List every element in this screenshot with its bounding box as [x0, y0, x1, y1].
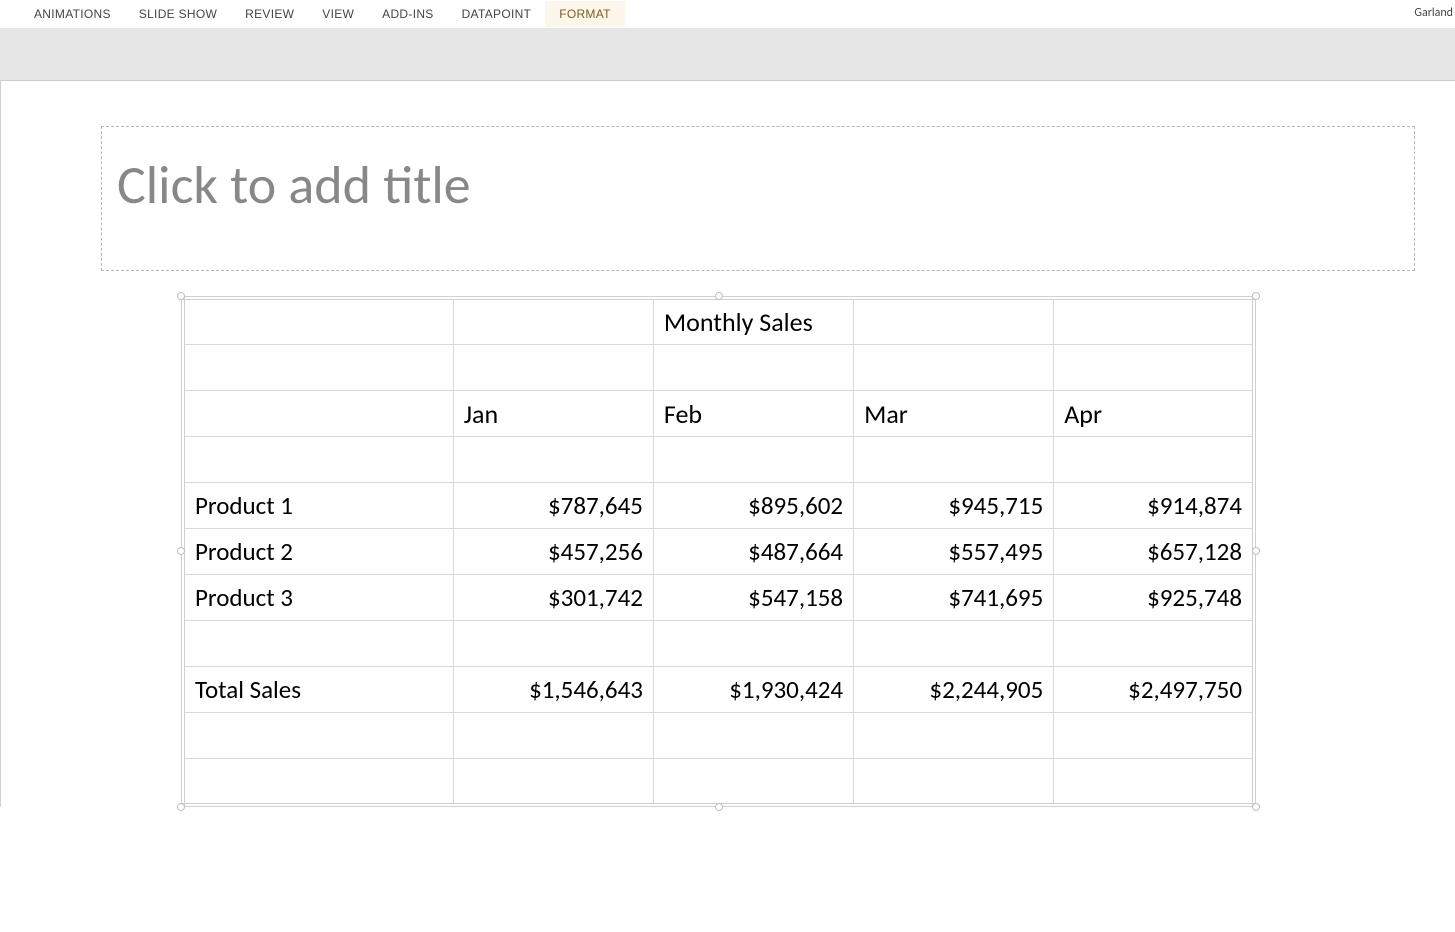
table-cell[interactable]: $547,158	[653, 575, 853, 621]
table-cell[interactable]: $787,645	[453, 483, 653, 529]
ribbon-tabs: ANIMATIONS SLIDE SHOW REVIEW VIEW ADD-IN…	[0, 0, 1455, 28]
table-cell[interactable]	[1054, 437, 1254, 483]
product-label[interactable]: Product 3	[183, 575, 453, 621]
user-name-label[interactable]: Garland	[1414, 6, 1453, 20]
table-cell[interactable]: $925,748	[1054, 575, 1254, 621]
table-cell[interactable]	[183, 759, 453, 805]
table-cell[interactable]	[183, 437, 453, 483]
table-total-row[interactable]: Total Sales $1,546,643 $1,930,424 $2,244…	[183, 667, 1254, 713]
month-header-feb[interactable]: Feb	[653, 391, 853, 437]
table-header-row[interactable]: Jan Feb Mar Apr	[183, 391, 1254, 437]
table-cell[interactable]	[183, 298, 453, 345]
tab-add-ins[interactable]: ADD-INS	[368, 1, 447, 27]
resize-handle-bottom-right[interactable]	[1252, 803, 1260, 811]
data-table[interactable]: Monthly Sales Jan Feb Mar Apr	[181, 296, 1256, 807]
table-cell[interactable]: $1,546,643	[453, 667, 653, 713]
table-row[interactable]: Product 1 $787,645 $895,602 $945,715 $91…	[183, 483, 1254, 529]
product-label[interactable]: Product 2	[183, 529, 453, 575]
table-empty-row[interactable]	[183, 437, 1254, 483]
slide-canvas[interactable]: Click to add title Monthly Sales	[0, 81, 1455, 807]
table-cell[interactable]	[854, 345, 1054, 391]
table-cell[interactable]	[854, 713, 1054, 759]
table-cell[interactable]	[183, 345, 453, 391]
table-cell[interactable]	[453, 437, 653, 483]
resize-handle-bottom-middle[interactable]	[715, 803, 723, 811]
table-cell[interactable]	[453, 298, 653, 345]
table-cell[interactable]	[453, 345, 653, 391]
table-object[interactable]: Monthly Sales Jan Feb Mar Apr	[181, 296, 1256, 807]
tab-format[interactable]: FORMAT	[545, 1, 625, 27]
table-cell[interactable]	[1054, 298, 1254, 345]
table-cell[interactable]	[453, 759, 653, 805]
table-cell[interactable]	[854, 621, 1054, 667]
ribbon-body	[0, 28, 1455, 81]
table-cell[interactable]: $457,256	[453, 529, 653, 575]
table-cell[interactable]: $2,497,750	[1054, 667, 1254, 713]
table-cell[interactable]: $557,495	[854, 529, 1054, 575]
month-header-jan[interactable]: Jan	[453, 391, 653, 437]
table-empty-row[interactable]	[183, 759, 1254, 805]
table-cell[interactable]: $895,602	[653, 483, 853, 529]
table-cell[interactable]: $657,128	[1054, 529, 1254, 575]
title-placeholder-text: Click to add title	[117, 152, 1399, 218]
month-header-mar[interactable]: Mar	[854, 391, 1054, 437]
table-title-row[interactable]: Monthly Sales	[183, 298, 1254, 345]
table-cell[interactable]: $741,695	[854, 575, 1054, 621]
tab-review[interactable]: REVIEW	[231, 1, 308, 27]
table-empty-row[interactable]	[183, 621, 1254, 667]
total-label[interactable]: Total Sales	[183, 667, 453, 713]
resize-handle-top-right[interactable]	[1252, 292, 1260, 300]
table-row[interactable]: Product 2 $457,256 $487,664 $557,495 $65…	[183, 529, 1254, 575]
table-cell[interactable]	[1054, 713, 1254, 759]
title-placeholder[interactable]: Click to add title	[101, 126, 1415, 271]
table-cell[interactable]	[453, 621, 653, 667]
table-cell[interactable]: $487,664	[653, 529, 853, 575]
table-empty-row[interactable]	[183, 713, 1254, 759]
table-cell[interactable]: $301,742	[453, 575, 653, 621]
table-cell[interactable]: $1,930,424	[653, 667, 853, 713]
table-cell[interactable]	[653, 713, 853, 759]
slide-area: Click to add title Monthly Sales	[0, 81, 1455, 807]
table-empty-row[interactable]	[183, 345, 1254, 391]
table-cell[interactable]: $914,874	[1054, 483, 1254, 529]
product-label[interactable]: Product 1	[183, 483, 453, 529]
table-cell[interactable]	[1054, 621, 1254, 667]
table-cell[interactable]	[183, 621, 453, 667]
table-cell[interactable]	[653, 759, 853, 805]
table-title-cell[interactable]: Monthly Sales	[653, 298, 853, 345]
table-cell[interactable]: $945,715	[854, 483, 1054, 529]
table-cell[interactable]	[854, 437, 1054, 483]
table-cell[interactable]	[183, 391, 453, 437]
table-cell[interactable]	[453, 713, 653, 759]
tab-animations[interactable]: ANIMATIONS	[20, 1, 125, 27]
table-cell[interactable]	[854, 759, 1054, 805]
table-cell[interactable]	[1054, 759, 1254, 805]
resize-handle-top-left[interactable]	[177, 292, 185, 300]
tab-slide-show[interactable]: SLIDE SHOW	[125, 1, 231, 27]
tab-datapoint[interactable]: DATAPOINT	[448, 1, 546, 27]
month-header-apr[interactable]: Apr	[1054, 391, 1254, 437]
resize-handle-middle-right[interactable]	[1252, 547, 1260, 555]
resize-handle-bottom-left[interactable]	[177, 803, 185, 811]
table-cell[interactable]	[854, 298, 1054, 345]
resize-handle-top-middle[interactable]	[715, 292, 723, 300]
table-cell[interactable]: $2,244,905	[854, 667, 1054, 713]
table-cell[interactable]	[653, 621, 853, 667]
table-cell[interactable]	[183, 713, 453, 759]
table-cell[interactable]	[1054, 345, 1254, 391]
table-cell[interactable]	[653, 345, 853, 391]
table-row[interactable]: Product 3 $301,742 $547,158 $741,695 $92…	[183, 575, 1254, 621]
table-cell[interactable]	[653, 437, 853, 483]
tab-view[interactable]: VIEW	[308, 1, 368, 27]
